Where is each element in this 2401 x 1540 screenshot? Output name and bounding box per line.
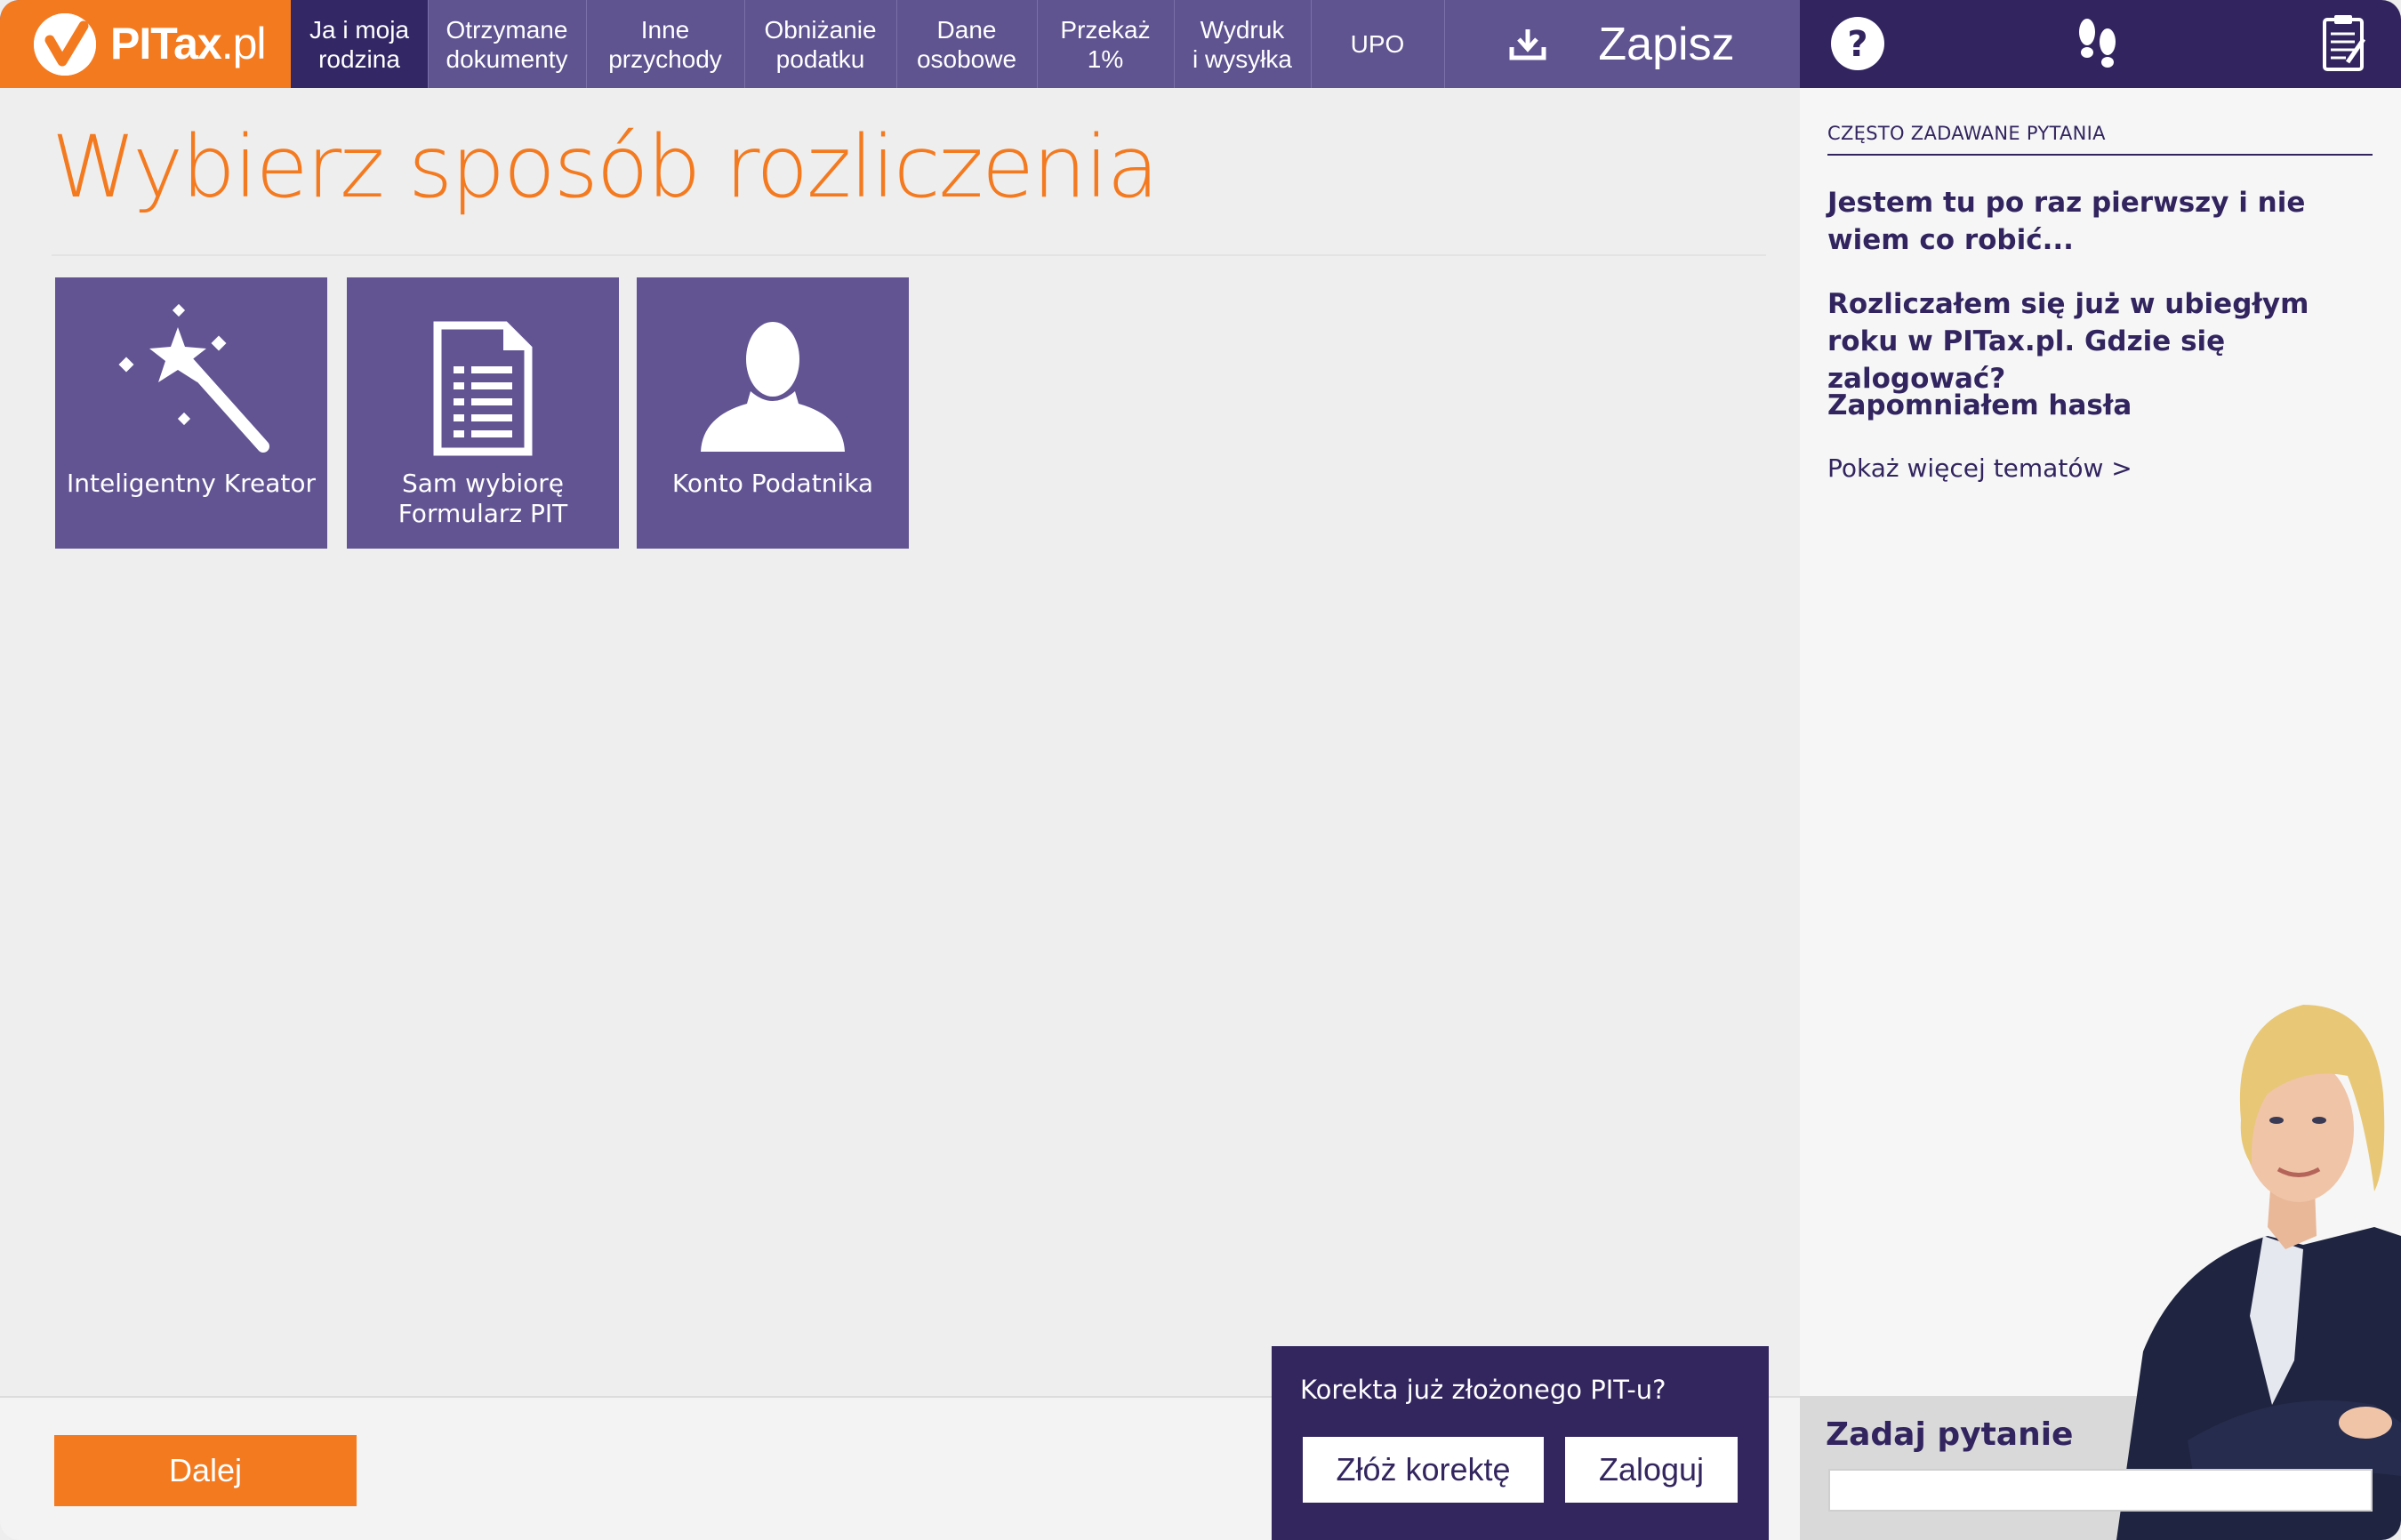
magic-wand-icon	[118, 303, 269, 453]
tile-label: Inteligentny Kreator	[67, 469, 316, 498]
tab-tax-reduction[interactable]: Obniżanie podatku	[744, 0, 897, 88]
tile-label: Konto Podatnika	[671, 469, 874, 498]
tab-print-and-send[interactable]: Wydruk i wysyłka	[1174, 0, 1312, 88]
page-title: Wybierz sposób rozliczenia	[52, 117, 1159, 217]
faq-divider	[1827, 154, 2373, 156]
correction-panel: Korekta już złożonego PIT-u? Złóż korekt…	[1272, 1346, 1769, 1540]
save-label: Zapisz	[1598, 18, 1735, 70]
faq-more-link[interactable]: Pokaż więcej tematów >	[1827, 453, 2132, 483]
tile-choose-pit-form[interactable]: Sam wybiorę Formularz PIT	[347, 277, 619, 549]
title-divider	[52, 254, 1766, 256]
checkmark-logo-icon	[34, 13, 96, 76]
tab-received-documents[interactable]: Otrzymane dokumenty	[428, 0, 587, 88]
faq-question-returning-user[interactable]: Rozliczałem się już w ubiegłym roku w PI…	[1827, 285, 2361, 397]
tab-upo[interactable]: UPO	[1311, 0, 1445, 88]
faq-heading: CZĘSTO ZADAWANE PYTANIA	[1827, 123, 2106, 144]
ask-question-label: Zadaj pytanie	[1826, 1416, 2074, 1453]
faq-question-first-time[interactable]: Jestem tu po raz pierwszy i nie wiem co …	[1827, 184, 2361, 259]
app-frame: PITax.pl Ja i moja rodzina Otrzymane dok…	[0, 0, 2401, 1540]
document-list-icon	[433, 321, 533, 456]
help-icon[interactable]: ?	[1827, 12, 1889, 75]
tile-taxpayer-account[interactable]: Konto Podatnika	[637, 277, 909, 549]
login-button[interactable]: Zaloguj	[1565, 1437, 1738, 1503]
submit-correction-button[interactable]: Złóż korektę	[1303, 1437, 1544, 1503]
footsteps-icon[interactable]	[2067, 12, 2129, 75]
correction-question: Korekta już złożonego PIT-u?	[1300, 1375, 1666, 1405]
logo[interactable]: PITax.pl	[0, 0, 291, 88]
ask-question-input[interactable]	[1828, 1469, 2373, 1512]
tab-donate-1-percent[interactable]: Przekaż 1%	[1037, 0, 1175, 88]
tab-other-income[interactable]: Inne przychody	[586, 0, 745, 88]
tab-personal-data[interactable]: Dane osobowe	[896, 0, 1038, 88]
faq-question-forgot-password[interactable]: Zapomniałem hasła	[1827, 387, 2361, 424]
user-silhouette-icon	[701, 322, 845, 452]
assistant-photo	[2116, 1005, 2401, 1540]
tile-label: Sam wybiorę Formularz PIT	[397, 469, 568, 528]
logo-text: PITax.pl	[110, 19, 266, 68]
next-button[interactable]: Dalej	[54, 1435, 357, 1506]
download-icon	[1509, 28, 1546, 60]
clipboard-icon[interactable]	[2312, 12, 2374, 75]
save-button[interactable]: Zapisz	[1444, 0, 1800, 88]
sidebar-toolbar: ?	[1800, 0, 2401, 88]
svg-text:?: ?	[1847, 24, 1867, 65]
tab-family[interactable]: Ja i moja rodzina	[291, 0, 429, 88]
tile-intelligent-wizard[interactable]: Inteligentny Kreator	[55, 277, 327, 549]
